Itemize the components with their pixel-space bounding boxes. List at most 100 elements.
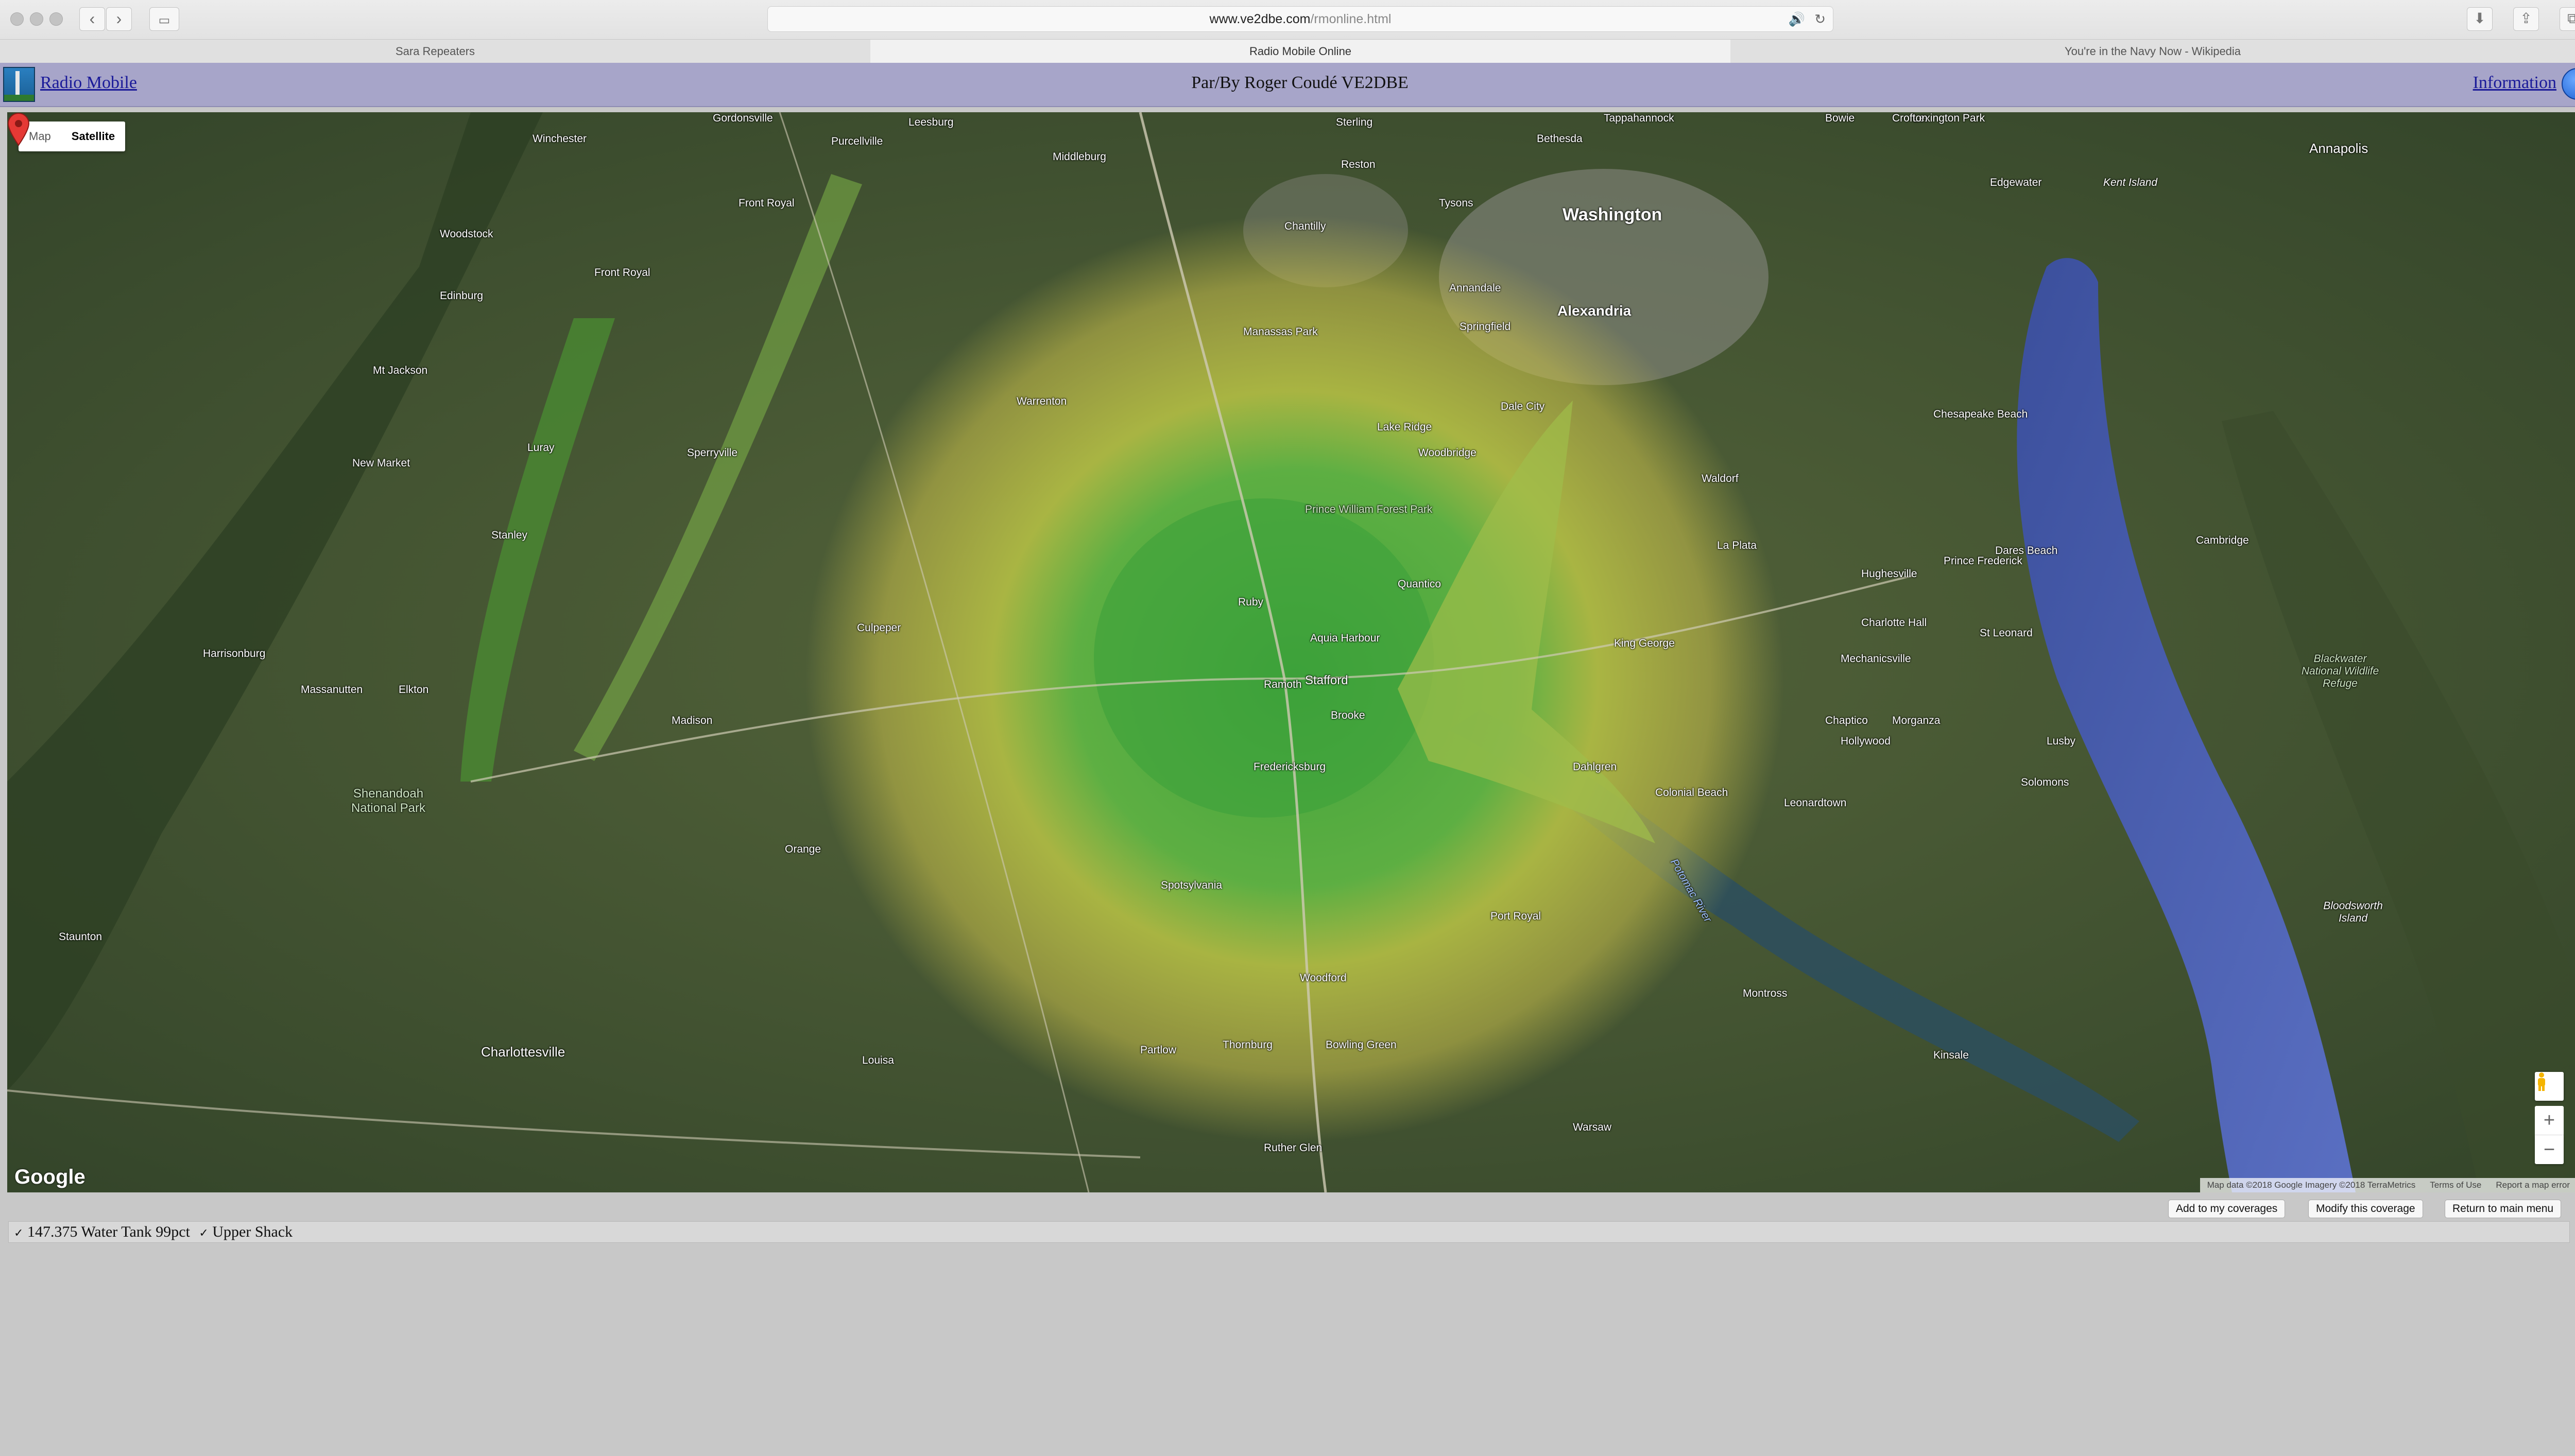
map-label: Spotsylvania [1161,879,1223,891]
map-label: Elkton [399,684,429,696]
map-label: Blackwater National Wildlife Refuge [2301,653,2379,689]
url-host: www.ve2dbe.com [1209,12,1311,26]
coverage-legend-item: Upper Shack [212,1223,293,1240]
map-label: Leonardtown [1784,797,1847,809]
map-label: New Market [352,457,410,469]
map-label: Woodford [1300,972,1347,984]
map-label: Dale City [1501,401,1545,412]
map-label: Port Royal [1490,910,1541,922]
map-label: Woodbridge [1418,447,1477,459]
map-label: Stanley [491,529,528,541]
report-map-error-link[interactable]: Report a map error [2488,1178,2575,1192]
map-data-credit: Map data ©2018 Google Imagery ©2018 Terr… [2207,1180,2416,1190]
map-label: Lusby [2047,735,2076,747]
map-label: Mt Jackson [373,365,428,376]
close-window-button[interactable] [10,12,24,26]
map-label: Culpeper [857,622,901,634]
tabs-icon: ⧉ [2567,10,2575,26]
map-label: St Leonard [1980,627,2033,639]
map-label: Partlow [1140,1044,1177,1056]
add-to-coverages-button[interactable]: Add to my coverages [2168,1200,2286,1218]
map-label: Gordonsville [713,112,773,124]
map-label: Cambridge [2196,534,2249,546]
map-label: Dares Beach [1995,545,2058,557]
map-label: Washington [1563,205,1662,224]
logo-ground [4,95,34,101]
tabs-overview-button[interactable]: ⧉ [2560,7,2575,31]
map-label: Harrisonburg [203,648,266,660]
zoom-out-button[interactable]: − [2535,1135,2564,1164]
map-label: Warrenton [1017,395,1067,407]
share-icon: ⇪ [2520,10,2532,26]
map-label: Stafford [1305,673,1348,687]
back-button[interactable]: ‹ [79,7,105,31]
map-label: Massanutten [301,684,363,696]
chevron-right-icon: › [116,9,122,28]
map-marker-icon[interactable] [7,112,30,146]
map-label: Bethesda [1537,133,1583,145]
map-label: Chesapeake Beach [1933,408,2028,420]
map-label: Sperryville [687,447,738,459]
map-label: King George [1614,637,1675,649]
download-icon: ⬇ [2474,10,2486,26]
audio-icon[interactable]: 🔊 [1789,7,1805,31]
map-label: Front Royal [594,267,650,279]
map-label: Orange [785,843,821,855]
street-view-button[interactable] [2535,1072,2564,1101]
map-label: Montross [1743,987,1788,999]
zoom-in-button[interactable]: + [2535,1106,2564,1135]
map-label: Hughesville [1861,568,1917,580]
sidebar-icon: ▭ [158,13,170,27]
map-label: Manassas Park [1243,326,1318,338]
tab-bar: Sara Repeaters Radio Mobile Online You'r… [0,39,2575,63]
map-label: Lake Ridge [1377,421,1432,433]
checkmark-icon: ✓ [199,1227,209,1240]
coverage-map[interactable]: Washington Alexandria Annandale Springfi… [7,112,2575,1192]
author-credit: Par/By Roger Coudé VE2DBE [1191,73,1409,92]
map-label: Ruby [1238,596,1264,608]
map-label: Ramoth [1264,679,1302,690]
map-type-satellite-button[interactable]: Satellite [61,122,125,151]
chevron-left-icon: ‹ [89,9,95,28]
url-path: /rmonline.html [1310,12,1392,26]
return-to-main-menu-button[interactable]: Return to main menu [2445,1200,2562,1218]
map-label: Thornburg [1223,1039,1273,1051]
coverage-legend-item: 147.375 Water Tank 99pct [27,1223,190,1240]
map-label: Luray [527,442,555,454]
zoom-window-button[interactable] [49,12,63,26]
tab-radio-mobile-online[interactable]: Radio Mobile Online [870,40,1731,63]
map-label: Middleburg [1053,151,1106,163]
reload-icon[interactable]: ↻ [1814,7,1826,31]
map-type-control: Map Satellite [19,122,126,151]
map-label: Reston [1341,159,1376,170]
map-label: Madison [672,715,713,726]
information-link[interactable]: Information [2473,73,2556,93]
tab-wikipedia[interactable]: You're in the Navy Now - Wikipedia [1730,40,2575,63]
map-label: Front Royal [739,197,795,209]
downloads-button[interactable]: ⬇ [2467,7,2493,31]
map-label: Purcellville [831,135,883,147]
sidebar-button[interactable]: ▭ [149,7,179,31]
map-label: Bowling Green [1326,1039,1397,1051]
map-label: Kent Island [2103,177,2158,188]
forward-button[interactable]: › [106,7,132,31]
browser-toolbar: ‹ › ▭ www.ve2dbe.com/rmonline.html 🔊 ↻ ⬇… [0,0,2575,38]
pegman-icon [2538,1072,2545,1091]
map-label: Alexandria [1557,303,1632,319]
map-label: Morganza [1892,715,1941,726]
map-label: Edinburg [440,290,484,302]
modify-coverage-button[interactable]: Modify this coverage [2308,1200,2423,1218]
tab-sara-repeaters[interactable]: Sara Repeaters [0,40,871,63]
share-button[interactable]: ⇪ [2513,7,2539,31]
address-bar[interactable]: www.ve2dbe.com/rmonline.html 🔊 ↻ [767,6,1833,32]
map-label: Warsaw [1573,1121,1612,1133]
satellite-imagery [7,112,2575,1192]
map-label: Chaptico [1825,715,1868,726]
map-label: Quantico [1398,578,1441,590]
minimize-window-button[interactable] [30,12,43,26]
map-label: Colonial Beach [1655,787,1728,799]
map-label: Staunton [59,931,102,943]
map-label: Chantilly [1284,220,1326,232]
terms-of-use-link[interactable]: Terms of Use [2423,1178,2488,1192]
map-label: Louisa [862,1054,894,1066]
